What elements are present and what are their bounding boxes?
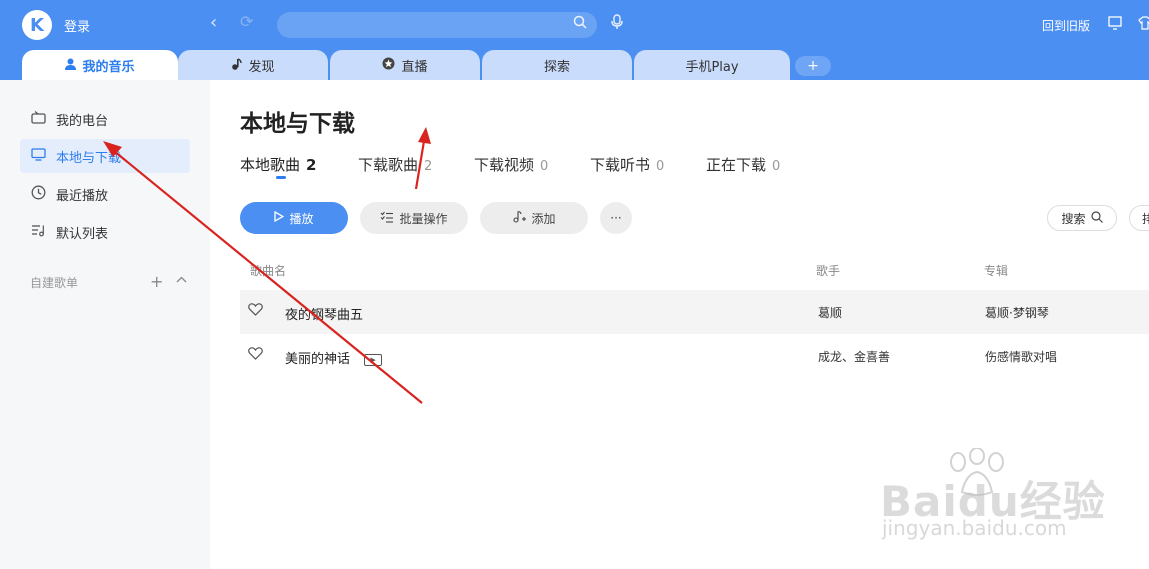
add-songs-button[interactable]: 添加 <box>480 202 588 234</box>
tab-explore[interactable]: 探索 <box>482 50 632 80</box>
annotation-arrowhead <box>418 127 431 144</box>
subtab-downloaded-videos[interactable]: 下载视频 0 <box>474 154 548 175</box>
list-search-button[interactable]: 搜索 <box>1047 205 1117 231</box>
add-label: 添加 <box>531 211 556 226</box>
refresh-icon[interactable]: ⟳ <box>240 12 253 31</box>
batch-label: 批量操作 <box>399 211 448 226</box>
playlist-group-label: 自建歌单 <box>30 276 79 290</box>
sidebar: 我的电台 本地与下载 最近播放 默认列表 自建歌单 + <box>0 80 210 569</box>
tab-discover[interactable]: 发现 <box>178 50 328 80</box>
active-subtab-indicator <box>276 176 286 179</box>
add-music-icon <box>512 210 527 226</box>
song-title[interactable]: 美丽的神话 <box>285 352 350 367</box>
search-icon[interactable] <box>573 15 587 33</box>
monitor-icon <box>30 147 46 165</box>
skin-icon[interactable] <box>1138 16 1149 34</box>
tab-my-music[interactable]: 我的音乐 <box>22 50 178 80</box>
app-logo[interactable]: K <box>22 10 52 40</box>
subtab-downloaded-audiobooks[interactable]: 下载听书 0 <box>590 154 664 175</box>
play-label: 播放 <box>289 211 314 226</box>
song-title[interactable]: 夜的钢琴曲五 <box>285 304 363 323</box>
person-icon <box>65 58 77 73</box>
music-note-icon <box>231 57 243 73</box>
sidebar-item-label: 最近播放 <box>56 188 109 204</box>
sidebar-item-my-radio[interactable]: 我的电台 <box>20 102 190 136</box>
subtab-count: 0 <box>540 159 549 174</box>
subtab-label: 本地歌曲 <box>240 156 301 174</box>
heart-icon[interactable] <box>248 346 263 364</box>
login-link[interactable]: 登录 <box>64 16 90 35</box>
play-all-button[interactable]: 播放 <box>240 202 348 234</box>
table-row[interactable]: 夜的钢琴曲五 葛顺 葛顺·梦钢琴 <box>240 290 1149 334</box>
sidebar-item-default-list[interactable]: 默认列表 <box>20 215 190 249</box>
more-options-button[interactable]: ··· <box>600 202 632 234</box>
heart-icon[interactable] <box>248 302 263 320</box>
playlist-icon <box>30 224 46 241</box>
batch-operation-button[interactable]: 批量操作 <box>360 202 468 234</box>
subtab-downloading[interactable]: 正在下载 0 <box>706 154 780 175</box>
sort-button[interactable]: 排 <box>1129 205 1149 231</box>
old-version-link[interactable]: 回到旧版 <box>1042 17 1090 34</box>
page-title: 本地与下载 <box>240 111 355 137</box>
search-input[interactable] <box>277 12 597 38</box>
subtab-label: 下载听书 <box>590 156 651 174</box>
column-header-album[interactable]: 专辑 <box>984 262 1008 279</box>
add-tab-button[interactable]: + <box>795 56 831 76</box>
song-album[interactable]: 葛顺·梦钢琴 <box>985 304 1049 321</box>
mv-icon[interactable]: ▶ <box>364 353 383 366</box>
sidebar-item-recent[interactable]: 最近播放 <box>20 177 190 211</box>
tab-label: 发现 <box>248 59 275 75</box>
subtab-downloaded-songs[interactable]: 下载歌曲 2 <box>358 154 432 175</box>
radio-icon <box>30 110 46 128</box>
collapse-icon[interactable] <box>176 272 187 287</box>
voice-search-icon[interactable] <box>610 14 624 34</box>
subtab-count: 0 <box>772 159 781 174</box>
subtab-label: 下载歌曲 <box>358 156 419 174</box>
tab-mobile-play[interactable]: 手机Play <box>634 50 790 80</box>
tab-label: 我的音乐 <box>82 59 135 75</box>
add-playlist-icon[interactable]: + <box>150 272 163 291</box>
tab-label: 直播 <box>401 59 428 75</box>
sidebar-item-label: 本地与下载 <box>56 150 122 166</box>
subtab-count: 2 <box>424 159 433 174</box>
subtab-label: 下载视频 <box>474 156 535 174</box>
play-icon <box>274 210 285 225</box>
subtab-count: 2 <box>306 156 317 174</box>
search-icon <box>1090 210 1103 226</box>
sidebar-item-label: 默认列表 <box>56 226 109 242</box>
column-header-song[interactable]: 歌曲名 <box>250 262 286 279</box>
tab-live[interactable]: 直播 <box>330 50 480 80</box>
song-title-wrap: 美丽的神话 ▶ <box>285 348 383 367</box>
star-circle-icon <box>382 57 395 73</box>
sidebar-item-local-download[interactable]: 本地与下载 <box>20 139 190 173</box>
tab-label: 手机Play <box>685 59 739 75</box>
song-album[interactable]: 伤感情歌对唱 <box>985 348 1057 365</box>
subtab-local-songs[interactable]: 本地歌曲 2 <box>240 154 316 175</box>
table-row[interactable]: 美丽的神话 ▶ 成龙、金喜善 伤感情歌对唱 <box>240 334 1149 378</box>
checklist-icon <box>380 211 394 226</box>
subtab-count: 0 <box>656 159 665 174</box>
back-arrow-icon[interactable]: ‹ <box>210 12 217 33</box>
song-artist[interactable]: 葛顺 <box>818 304 842 321</box>
subtab-label: 正在下载 <box>706 156 767 174</box>
baidu-watermark-url: jingyan.baidu.com <box>882 516 1067 540</box>
list-search-label: 搜索 <box>1061 211 1086 226</box>
column-header-artist[interactable]: 歌手 <box>816 262 840 279</box>
mini-mode-icon[interactable] <box>1108 16 1122 34</box>
tab-label: 探索 <box>543 59 570 75</box>
sidebar-item-label: 我的电台 <box>56 113 109 129</box>
clock-icon <box>30 185 46 204</box>
song-artist[interactable]: 成龙、金喜善 <box>818 348 890 365</box>
